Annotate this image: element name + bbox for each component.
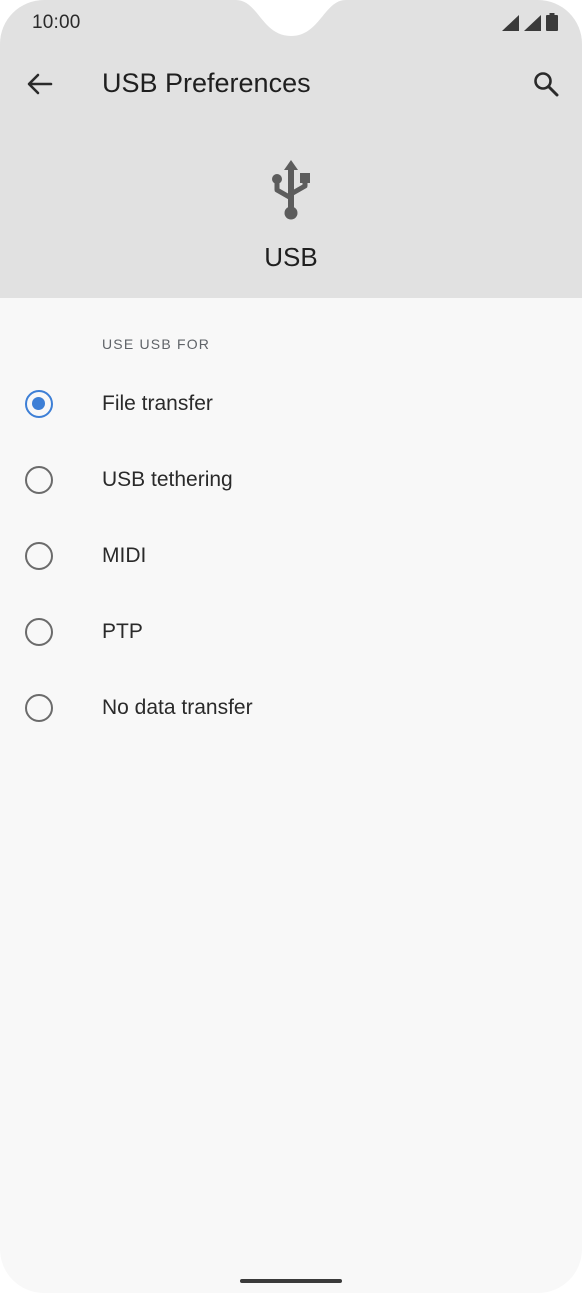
option-label: PTP (102, 620, 143, 643)
option-label: No data transfer (102, 696, 253, 719)
status-time: 10:00 (32, 12, 81, 33)
status-icons (502, 13, 558, 31)
usb-icon (272, 160, 310, 220)
search-icon (534, 72, 559, 97)
radio-button[interactable] (25, 694, 53, 722)
option-file-transfer[interactable]: File transfer (0, 366, 582, 442)
search-button[interactable] (526, 64, 566, 104)
arrow-left-icon (27, 73, 53, 95)
radio-button[interactable] (25, 618, 53, 646)
section-header: USE USB FOR (102, 336, 211, 352)
usb-label: USB (264, 242, 318, 272)
option-label: MIDI (102, 544, 147, 567)
radio-button[interactable] (25, 542, 53, 570)
battery-icon (546, 13, 558, 31)
gesture-nav-handle[interactable] (240, 1279, 342, 1283)
page-title: USB Preferences (102, 68, 311, 98)
signal-icon (524, 15, 541, 31)
device-screen: 10:00 USB Preferences USB USE USB FOR Fi… (0, 0, 582, 1293)
app-header: 10:00 USB Preferences USB (0, 0, 582, 298)
signal-icon (502, 15, 519, 31)
option-ptp[interactable]: PTP (0, 594, 582, 670)
back-button[interactable] (20, 64, 60, 104)
radio-button[interactable] (25, 466, 53, 494)
option-midi[interactable]: MIDI (0, 518, 582, 594)
option-label: USB tethering (102, 468, 233, 491)
option-no-data-transfer[interactable]: No data transfer (0, 670, 582, 746)
option-label: File transfer (102, 392, 213, 415)
radio-button-checked[interactable] (25, 390, 53, 418)
option-usb-tethering[interactable]: USB tethering (0, 442, 582, 518)
display-notch (236, 0, 346, 36)
